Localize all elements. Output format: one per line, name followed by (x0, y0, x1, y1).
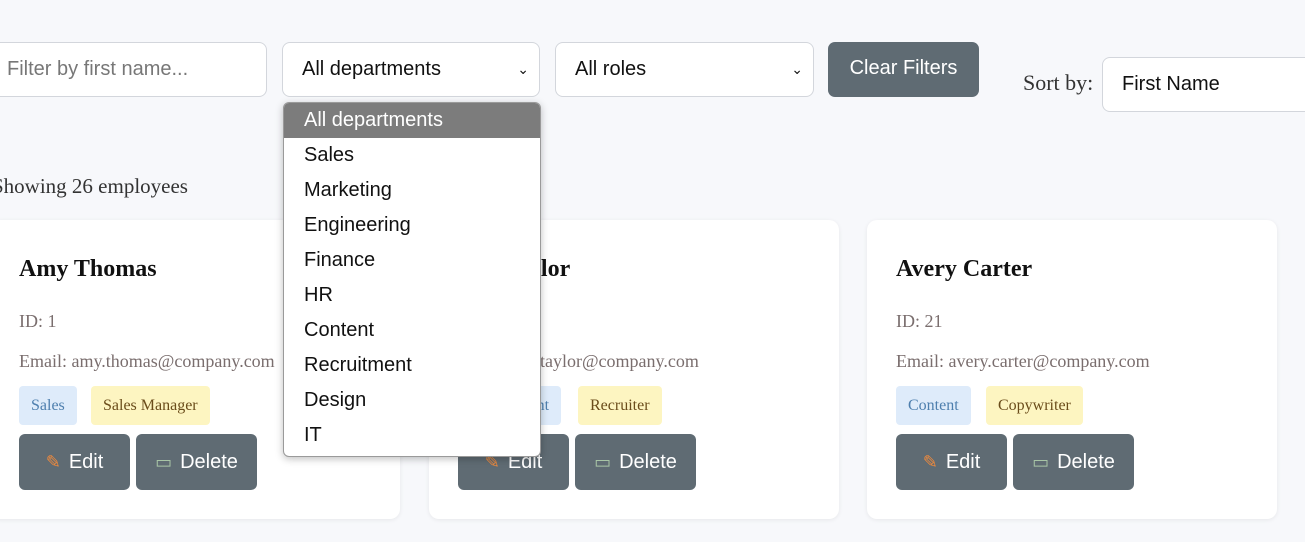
chevron-down-icon: ⌄ (791, 61, 803, 77)
employee-name: Amy Thomas (19, 256, 157, 282)
employee-email: Email: amy.thomas@company.com (19, 351, 275, 371)
delete-label: Delete (1057, 451, 1115, 473)
trash-icon: ▭ (155, 452, 173, 472)
role-badge: Copywriter (986, 386, 1083, 425)
employee-id: ID: 1 (19, 311, 57, 331)
role-select[interactable]: All roles ⌄ (555, 42, 814, 97)
dropdown-option[interactable]: Content (284, 313, 540, 348)
first-name-filter-input[interactable]: Filter by first name... (0, 42, 267, 97)
edit-button[interactable]: ✎ Edit (19, 434, 130, 490)
dropdown-option[interactable]: Finance (284, 243, 540, 278)
employee-name: Avery Carter (896, 256, 1033, 282)
role-badge: Recruiter (578, 386, 662, 425)
delete-label: Delete (180, 451, 238, 473)
dropdown-option[interactable]: Design (284, 383, 540, 418)
edit-label: Edit (68, 451, 104, 473)
pencil-icon: ✎ (922, 452, 938, 472)
employee-card: Avery Carter ID: 21 Email: avery.carter@… (867, 220, 1277, 519)
dropdown-option[interactable]: Marketing (284, 173, 540, 208)
dropdown-option[interactable]: Engineering (284, 208, 540, 243)
delete-label: Delete (619, 451, 677, 473)
employee-id: ID: 21 (896, 311, 943, 331)
department-badge: Content (896, 386, 971, 425)
sort-select[interactable]: First Name (1102, 57, 1305, 112)
department-select[interactable]: All departments ⌄ (282, 42, 540, 97)
dropdown-option[interactable]: Sales (284, 138, 540, 173)
delete-button[interactable]: ▭ Delete (136, 434, 257, 490)
delete-button[interactable]: ▭ Delete (575, 434, 696, 490)
department-dropdown-list: All departments Sales Marketing Engineer… (283, 102, 541, 457)
sort-select-value: First Name (1122, 73, 1220, 95)
department-select-value: All departments (302, 58, 441, 80)
role-select-value: All roles (575, 58, 647, 80)
dropdown-option[interactable]: Recruitment (284, 348, 540, 383)
edit-button[interactable]: ✎ Edit (896, 434, 1007, 490)
dropdown-option[interactable]: All departments (284, 103, 540, 138)
dropdown-option[interactable]: HR (284, 278, 540, 313)
department-badge: Sales (19, 386, 77, 425)
role-badge: Sales Manager (91, 386, 210, 425)
sort-label: Sort by: (1023, 70, 1094, 95)
trash-icon: ▭ (1032, 452, 1050, 472)
clear-filters-button[interactable]: Clear Filters (828, 42, 979, 97)
trash-icon: ▭ (594, 452, 612, 472)
pencil-icon: ✎ (45, 452, 61, 472)
dropdown-option[interactable]: IT (284, 418, 540, 453)
employee-email: Email: avery.carter@company.com (896, 351, 1150, 371)
delete-button[interactable]: ▭ Delete (1013, 434, 1134, 490)
employee-count: Showing 26 employees (0, 174, 188, 198)
edit-label: Edit (945, 451, 981, 473)
chevron-down-icon: ⌄ (517, 61, 529, 77)
